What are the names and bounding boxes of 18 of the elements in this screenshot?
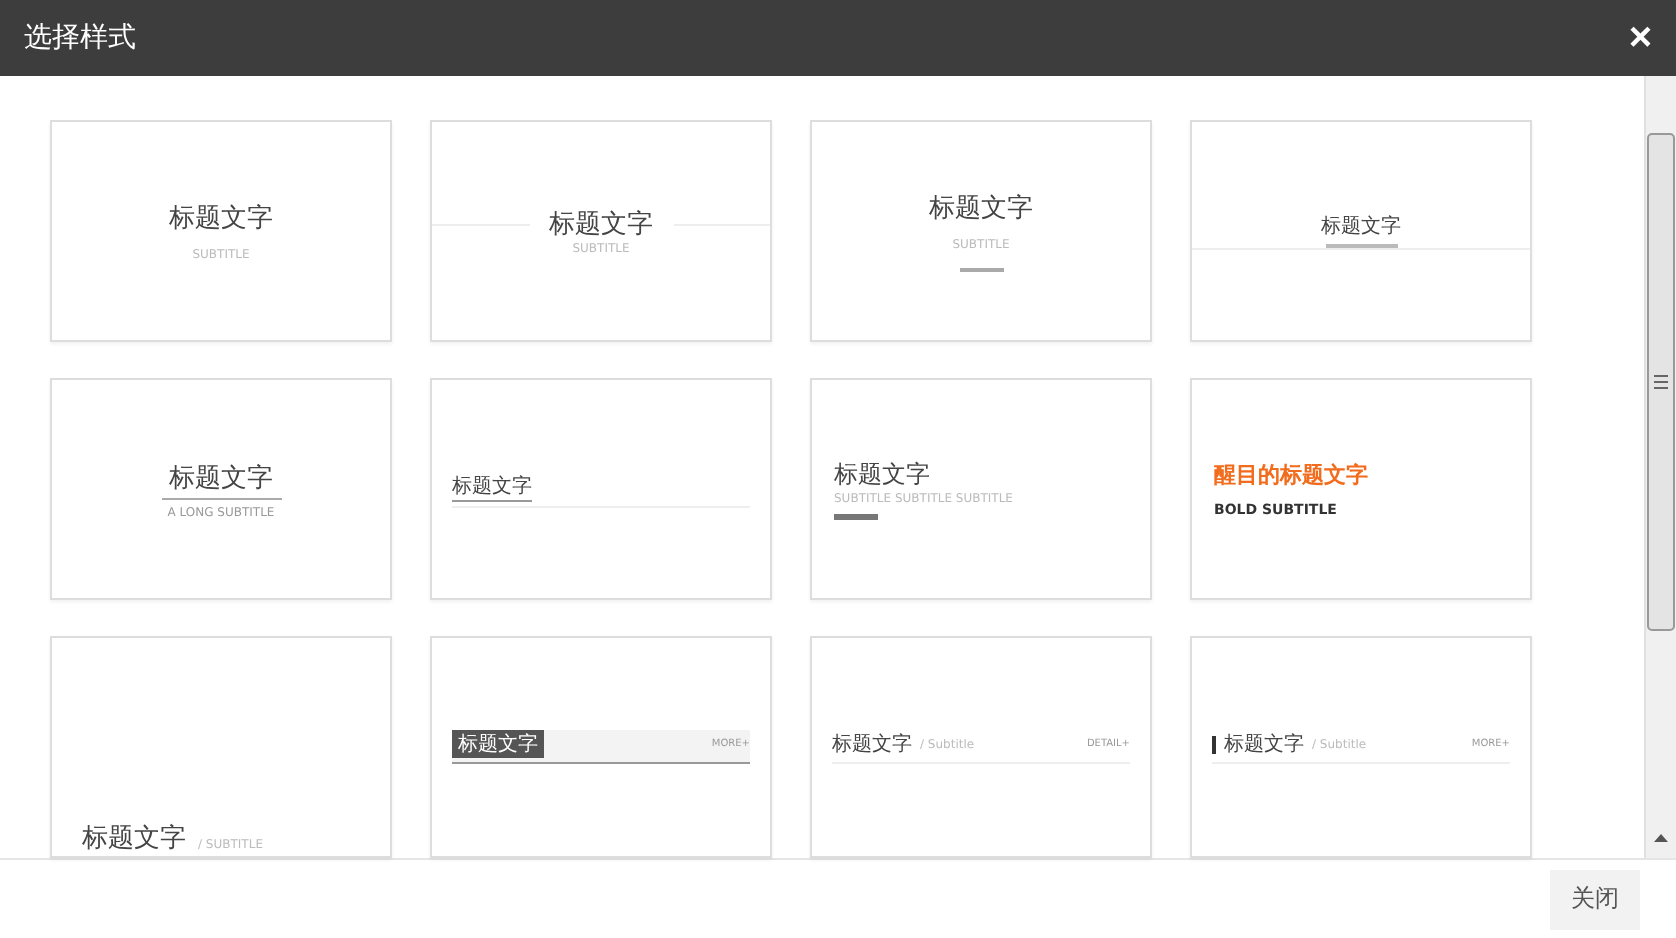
- heading-sample: 标题文字: [169, 202, 273, 236]
- heading-sample: 标题文字: [929, 192, 1033, 226]
- close-button[interactable]: ×: [1628, 15, 1652, 61]
- window-title: 选择样式: [24, 20, 136, 56]
- style-card[interactable]: 标题文字: [430, 378, 772, 600]
- heading-sample: 醒目的标题文字: [1214, 460, 1370, 490]
- heading-sample: 标题文字: [161, 459, 281, 499]
- heading-sample: 标题文字: [452, 471, 532, 501]
- close-button[interactable]: 关闭: [1550, 869, 1640, 929]
- style-card[interactable]: 标题文字: [1190, 120, 1532, 342]
- heading-sample: 标题文字: [1321, 213, 1401, 240]
- marker-icon: [1212, 735, 1216, 753]
- heading-sample: 标题文字: [1224, 731, 1304, 758]
- heading-sample: 标题文字: [834, 458, 932, 492]
- heading-sample: 标题文字: [832, 731, 912, 758]
- heading-sample: 标题文字: [452, 730, 544, 758]
- heading-sample: 标题文字: [82, 822, 186, 856]
- heading-sample: 标题文字: [549, 208, 653, 242]
